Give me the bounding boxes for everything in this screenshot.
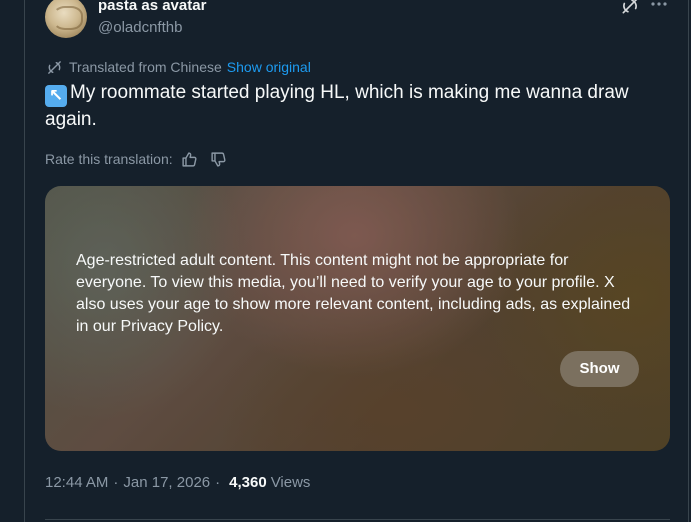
translated-from-label: Translated from Chinese bbox=[69, 59, 222, 75]
right-column-border bbox=[688, 0, 689, 522]
meta-separator: · bbox=[113, 473, 119, 491]
author-handle[interactable]: @oladcnfthb bbox=[98, 18, 182, 38]
post-date[interactable]: Jan 17, 2026 bbox=[123, 474, 210, 491]
grok-icon[interactable] bbox=[620, 0, 640, 16]
more-options-icon[interactable] bbox=[650, 0, 668, 16]
age-restricted-media[interactable]: Age-restricted adult content. This conte… bbox=[45, 186, 670, 451]
show-media-button[interactable]: Show bbox=[560, 351, 639, 387]
author-display-name[interactable]: pasta as avatar bbox=[98, 0, 206, 16]
thumbs-up-icon[interactable] bbox=[181, 151, 198, 168]
show-original-link[interactable]: Show original bbox=[227, 59, 311, 75]
views-count: 4,360 bbox=[229, 473, 267, 491]
meta-separator: · bbox=[215, 473, 221, 491]
tweet-meta: 12:44 AM · Jan 17, 2026 · 4,360 Views bbox=[45, 471, 310, 493]
age-restriction-warning: Age-restricted adult content. This conte… bbox=[76, 252, 631, 335]
rate-translation-row: Rate this translation: bbox=[45, 149, 227, 169]
translate-icon bbox=[48, 60, 61, 74]
translation-notice: Translated from Chinese Show original bbox=[46, 57, 311, 77]
rate-translation-label: Rate this translation: bbox=[45, 151, 173, 167]
up-left-arrow-emoji-icon: ↖ bbox=[45, 85, 67, 107]
author-avatar[interactable] bbox=[45, 0, 87, 38]
thumbs-down-icon[interactable] bbox=[210, 151, 227, 168]
meta-divider bbox=[45, 519, 670, 520]
tweet-text: ↖ My roommate started playing HL, which i… bbox=[45, 80, 645, 133]
tweet-body: My roommate started playing HL, which is… bbox=[45, 82, 629, 130]
post-time[interactable]: 12:44 AM bbox=[45, 474, 108, 491]
left-column-border bbox=[24, 0, 25, 522]
tweet-detail-page: pasta as avatar @oladcnfthb Translated f… bbox=[0, 0, 691, 522]
views-label: Views bbox=[270, 473, 311, 491]
